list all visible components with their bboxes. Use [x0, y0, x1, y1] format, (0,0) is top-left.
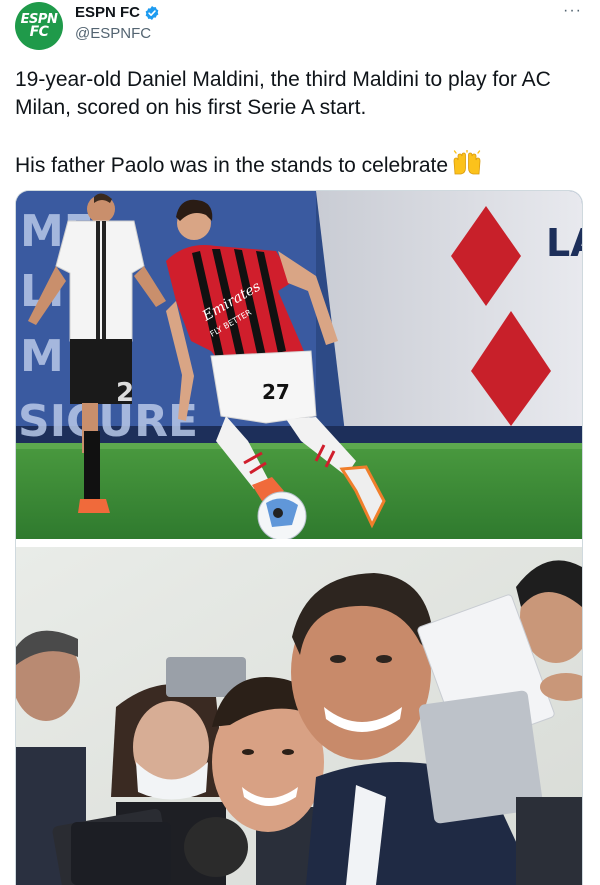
tweet-text: 19-year-old Daniel Maldini, the third Ma… [15, 66, 585, 180]
photo-paolo-maldini-image [16, 547, 582, 885]
name-row: ESPN FC [75, 4, 160, 21]
jersey-number: 27 [262, 380, 290, 404]
opponent-number: 2 [116, 378, 134, 408]
verified-badge-icon [145, 5, 159, 20]
raising-hands-emoji-icon [453, 150, 481, 175]
photo-paolo-maldini[interactable] [16, 547, 582, 885]
tweet: ESPN FC ESPN FC @ESPNFC ··· 19-year-old … [0, 0, 600, 885]
media-grid: ME LI M LI SICURE LA [15, 190, 583, 885]
avatar-text-line2: FC [29, 24, 49, 40]
more-horizontal-icon[interactable]: ··· [563, 2, 582, 20]
board-text-right: LA [546, 221, 582, 265]
handle[interactable]: @ESPNFC [75, 25, 151, 42]
tweet-paragraph-2: His father Paolo was in the stands to ce… [15, 150, 585, 180]
avatar[interactable]: ESPN FC [15, 2, 63, 50]
tweet-paragraph-1: 19-year-old Daniel Maldini, the third Ma… [15, 68, 551, 119]
display-name[interactable]: ESPN FC [75, 4, 140, 21]
football [257, 491, 307, 539]
tweet-paragraph-2-text: His father Paolo was in the stands to ce… [15, 154, 449, 177]
photo-daniel-maldini[interactable]: ME LI M LI SICURE LA [16, 191, 582, 539]
photo-daniel-maldini-image: ME LI M LI SICURE LA [16, 191, 582, 539]
